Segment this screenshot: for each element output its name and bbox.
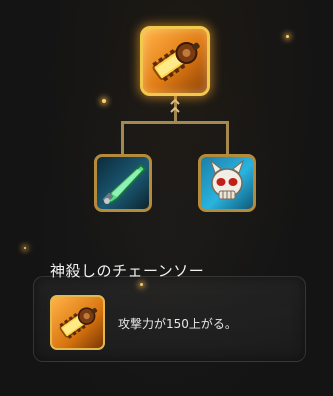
tree-connector-right-drop — [226, 121, 229, 155]
demon-skull-icon — [209, 159, 245, 200]
blade-icon — [102, 163, 147, 205]
skill-node-blade[interactable] — [94, 154, 152, 212]
sparkle-decoration — [286, 35, 289, 38]
skill-node-chainsaw[interactable] — [140, 26, 210, 96]
tree-connector-horizontal — [121, 121, 229, 124]
skill-tree-screen: 神殺しのチェーンソー 攻撃力が150上がる。 — [0, 0, 333, 396]
chainsaw-icon — [152, 41, 200, 82]
chainsaw-icon — [59, 307, 98, 339]
sparkle-decoration — [102, 99, 106, 103]
chevron-up-icon — [170, 106, 180, 113]
skill-node-demon-skull[interactable] — [198, 154, 256, 212]
sparkle-decoration — [24, 247, 26, 249]
skill-description: 攻撃力が150上がる。 — [118, 317, 237, 331]
skill-detail-icon — [50, 295, 105, 350]
tree-connector-left-drop — [121, 121, 124, 155]
